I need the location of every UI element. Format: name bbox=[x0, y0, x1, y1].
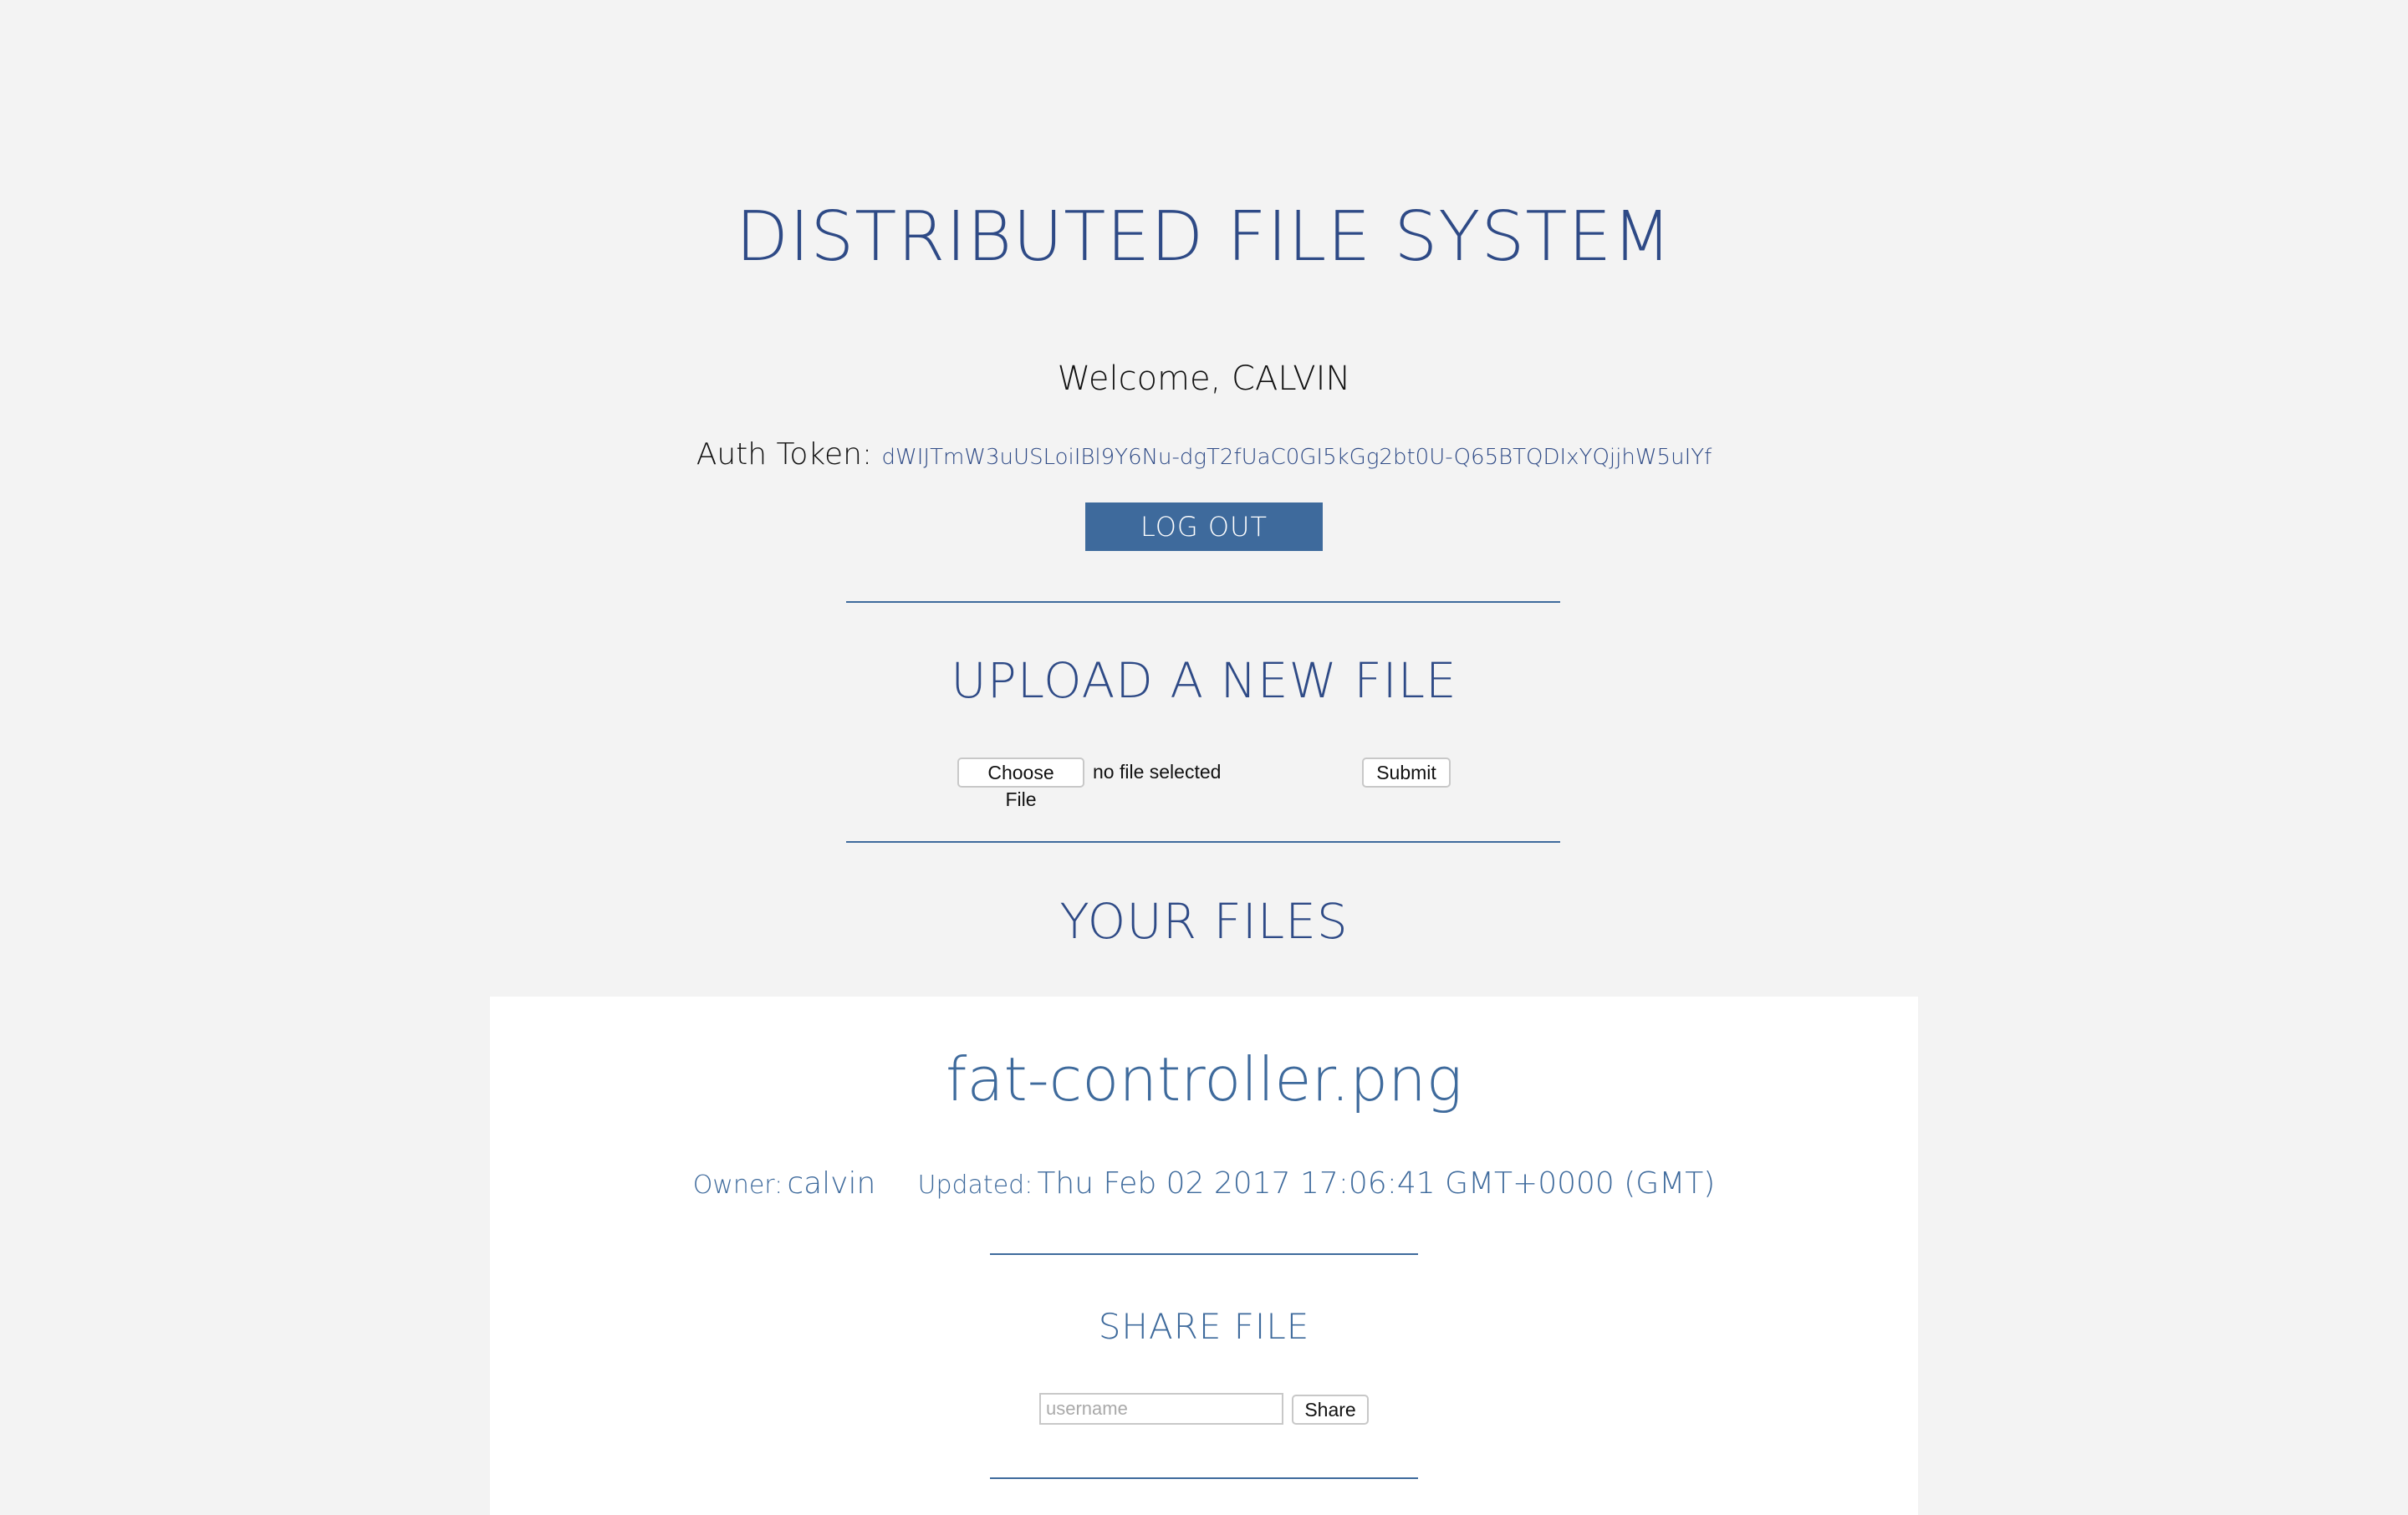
divider bbox=[990, 1253, 1418, 1255]
updated-value: Thu Feb 02 2017 17:06:41 GMT+0000 (GMT) bbox=[1037, 1166, 1716, 1201]
divider bbox=[846, 601, 1560, 603]
share-file-title: SHARE FILE bbox=[1098, 1306, 1310, 1347]
no-file-selected-text: no file selected bbox=[1093, 761, 1222, 783]
upload-form: Choose File no file selected Submit bbox=[957, 758, 1451, 810]
divider bbox=[846, 841, 1560, 843]
page-title: DISTRIBUTED FILE SYSTEM bbox=[735, 197, 1673, 277]
owner-label: Owner: bbox=[692, 1171, 783, 1200]
upload-section-title: UPLOAD A NEW FILE bbox=[951, 652, 1457, 709]
auth-token-value: dWIJTmW3uUSLoiIBl9Y6Nu-dgT2fUaC0GI5kGg2b… bbox=[881, 445, 1712, 470]
file-meta: Owner: calvin Updated: Thu Feb 02 2017 1… bbox=[0, 1169, 2408, 1199]
owner-value: calvin bbox=[787, 1166, 876, 1201]
submit-button[interactable]: Submit bbox=[1362, 758, 1451, 788]
auth-token-row: Auth Token: dWIJTmW3uUSLoiIBl9Y6Nu-dgT2f… bbox=[0, 440, 2408, 470]
share-form: Share bbox=[1039, 1393, 1369, 1426]
share-button[interactable]: Share bbox=[1292, 1395, 1369, 1425]
choose-file-button[interactable]: Choose File bbox=[957, 758, 1084, 810]
divider bbox=[990, 1477, 1418, 1479]
logout-button[interactable]: LOG OUT bbox=[1085, 502, 1323, 551]
auth-token-label: Auth Token: bbox=[696, 437, 873, 472]
share-username-input[interactable] bbox=[1039, 1393, 1283, 1425]
your-files-title: YOUR FILES bbox=[1059, 893, 1349, 950]
file-name: fat-controller.png bbox=[946, 1044, 1462, 1115]
welcome-message: Welcome, CALVIN bbox=[1057, 360, 1351, 398]
updated-label: Updated: bbox=[917, 1171, 1033, 1200]
